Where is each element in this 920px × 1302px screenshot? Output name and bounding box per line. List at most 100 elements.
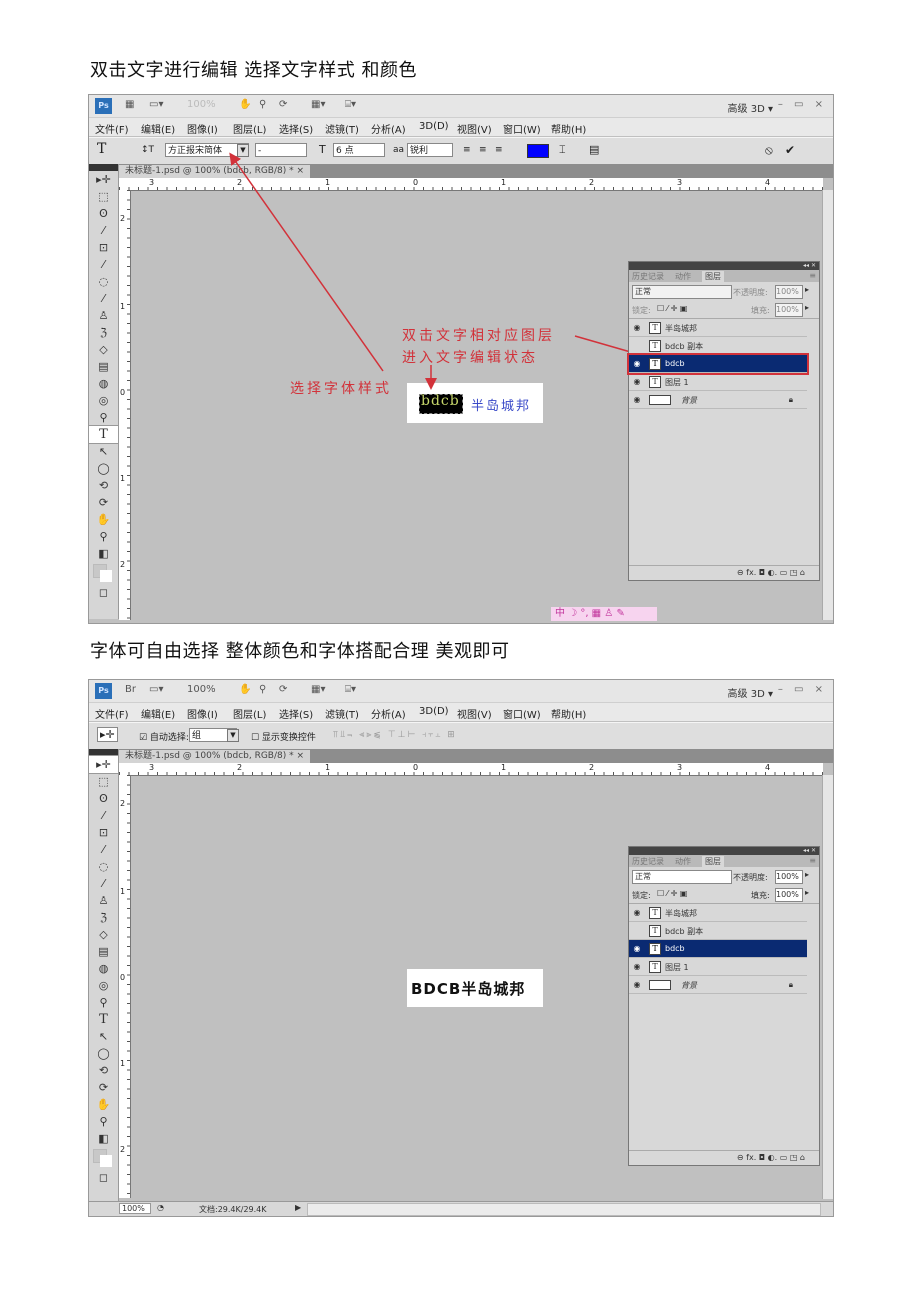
lock-icons[interactable]: ☐ ⁄ ✛ ▣ (657, 889, 687, 898)
eyedropper-tool[interactable]: ⁄ (89, 256, 118, 273)
blur-tool[interactable]: ◍ (89, 375, 118, 392)
zoom-tool[interactable]: ⚲ (89, 1113, 118, 1130)
blur-tool[interactable]: ◍ (89, 960, 118, 977)
hand-icon[interactable]: ✋ (239, 99, 251, 110)
clone-stamp-tool[interactable]: ♙ (89, 892, 118, 909)
menu-analysis[interactable]: 分析(A) (371, 121, 406, 136)
ime-toolbar[interactable]: 中 ☽ °, ▦ ♙ ✎ (551, 607, 657, 621)
document-tab[interactable]: 未标题-1.psd @ 100% (bdcb, RGB/8) * × (119, 165, 311, 178)
auto-select-dropdown-arrow[interactable]: ▼ (227, 729, 239, 742)
text-color-swatch[interactable] (527, 144, 549, 158)
visibility-eye-icon-off[interactable] (631, 340, 643, 351)
brush-tool[interactable]: ⁄ (89, 875, 118, 892)
document-tab[interactable]: 未标题-1.psd @ 100% (bdcb, RGB/8) * × (119, 750, 311, 763)
horizontal-scrollbar[interactable] (307, 1203, 821, 1216)
healing-brush-tool[interactable]: ◌ (89, 273, 118, 290)
visibility-eye-icon-off[interactable] (631, 925, 643, 936)
color-swap-icon[interactable]: ◧ (89, 1130, 118, 1147)
3d-rotate-tool[interactable]: ⟲ (89, 477, 118, 494)
logo-latin-text[interactable]: bdcb (421, 393, 460, 409)
history-brush-tool[interactable]: ℨ (89, 324, 118, 341)
logo-text[interactable]: BDCB半岛城邦 (411, 978, 525, 999)
blend-mode-select[interactable]: 正常 (632, 870, 732, 884)
tab-layers[interactable]: 图层 (702, 856, 724, 867)
rotate-view-icon[interactable]: ⟳ (279, 684, 287, 695)
menu-filter[interactable]: 滤镜(T) (325, 121, 359, 136)
vertical-scrollbar[interactable] (822, 775, 833, 1199)
font-family-dropdown-arrow[interactable]: ▼ (237, 144, 249, 157)
zoom-icon[interactable]: ⚲ (259, 684, 266, 695)
view-extras-icon[interactable]: ▭▾ (149, 684, 163, 695)
opacity-input[interactable]: 100% (775, 285, 803, 299)
shape-tool[interactable]: ◯ (89, 1045, 118, 1062)
window-controls[interactable]: – ▭ × (778, 684, 827, 695)
visibility-eye-icon[interactable]: ◉ (631, 907, 643, 918)
opacity-input[interactable]: 100% (775, 870, 803, 884)
color-swatches[interactable] (93, 564, 113, 582)
menu-filter[interactable]: 滤镜(T) (325, 706, 359, 721)
menu-file[interactable]: 文件(F) (95, 121, 129, 136)
tab-history[interactable]: 历史记录 (632, 856, 664, 867)
layer-row[interactable]: ◉ T 半岛城邦 (629, 904, 807, 922)
background-color[interactable] (100, 570, 112, 582)
type-tool[interactable]: T (89, 1011, 118, 1028)
text-orientation-icon[interactable]: ↕T (141, 145, 154, 155)
panel-menu-icon[interactable]: ≡ (809, 271, 816, 280)
arrange-documents-icon[interactable]: ▦▾ (311, 99, 325, 110)
panel-header[interactable]: ◂◂ ✕ (629, 262, 819, 270)
align-left-icon[interactable]: ≡ (463, 145, 471, 155)
screen-mode-icon[interactable]: ⌸▾ (345, 684, 356, 695)
status-menu-arrow[interactable]: ▶ (295, 1203, 301, 1212)
menu-analysis[interactable]: 分析(A) (371, 706, 406, 721)
background-color[interactable] (100, 1155, 112, 1167)
panel-footer-icons[interactable]: ⊖ fx. ◘ ◐. ▭ ◳ ⌂ (629, 565, 819, 580)
antialias-select[interactable]: 锐利 (407, 143, 453, 157)
hand-icon[interactable]: ✋ (239, 684, 251, 695)
tab-layers[interactable]: 图层 (702, 271, 724, 282)
path-selection-tool[interactable]: ↖ (89, 1028, 118, 1045)
zoom-field[interactable]: 100% (119, 1203, 151, 1214)
opacity-slider-arrow[interactable]: ▸ (805, 285, 809, 294)
fill-input[interactable]: 100% (775, 888, 803, 902)
vertical-scrollbar[interactable] (822, 190, 833, 620)
menu-3d[interactable]: 3D(D) (419, 706, 449, 717)
layer-row[interactable]: ◉ 背景 🔒︎ (629, 976, 807, 994)
visibility-eye-icon[interactable]: ◉ (631, 979, 643, 990)
fill-slider-arrow[interactable]: ▸ (805, 303, 809, 312)
panel-header[interactable]: ◂◂ ✕ (629, 847, 819, 855)
warp-text-icon[interactable]: ⌶ (559, 143, 566, 157)
color-swatches[interactable] (93, 1149, 113, 1167)
zoom-level-dropdown[interactable]: 100% (187, 99, 216, 110)
menu-select[interactable]: 选择(S) (279, 706, 313, 721)
blend-mode-select[interactable]: 正常 (632, 285, 732, 299)
canvas-logo-image[interactable]: BDCB半岛城邦 (407, 969, 543, 1007)
bridge-icon[interactable]: ▦ (125, 99, 134, 110)
menu-layer[interactable]: 图层(L) (233, 706, 266, 721)
zoom-tool[interactable]: ⚲ (89, 528, 118, 545)
zoom-level-dropdown[interactable]: 100% (187, 684, 216, 695)
workspace-switcher[interactable]: 高级 3D ▾ (728, 100, 773, 115)
menu-edit[interactable]: 编辑(E) (141, 121, 175, 136)
rotate-view-icon[interactable]: ⟳ (279, 99, 287, 110)
layer-row-selected[interactable]: ◉ Tbdcb (629, 940, 807, 958)
healing-brush-tool[interactable]: ◌ (89, 858, 118, 875)
dodge-tool[interactable]: ◎ (89, 392, 118, 409)
hand-tool[interactable]: ✋ (89, 1096, 118, 1113)
tab-history[interactable]: 历史记录 (632, 271, 664, 282)
align-center-icon[interactable]: ≡ (479, 145, 487, 155)
visibility-eye-icon[interactable]: ◉ (631, 322, 643, 333)
move-tool-preset[interactable]: ▸✛ (97, 727, 118, 742)
menu-file[interactable]: 文件(F) (95, 706, 129, 721)
view-extras-icon[interactable]: ▭▾ (149, 99, 163, 110)
menu-help[interactable]: 帮助(H) (551, 121, 586, 136)
layer-row[interactable]: Tbdcb 副本 (629, 922, 807, 940)
color-swap-icon[interactable]: ◧ (89, 545, 118, 562)
show-transform-controls-checkbox[interactable]: ☐ 显示变换控件 (251, 730, 316, 743)
font-size-input[interactable]: 6 点 (333, 143, 385, 157)
marquee-tool[interactable]: ⬚ (89, 773, 118, 790)
visibility-eye-icon[interactable]: ◉ (631, 961, 643, 972)
align-right-icon[interactable]: ≡ (495, 145, 503, 155)
logo-chinese-text[interactable]: 半岛城邦 (471, 395, 531, 414)
cancel-edits-icon[interactable]: ⦸ (765, 143, 773, 158)
eyedropper-tool[interactable]: ⁄ (89, 841, 118, 858)
